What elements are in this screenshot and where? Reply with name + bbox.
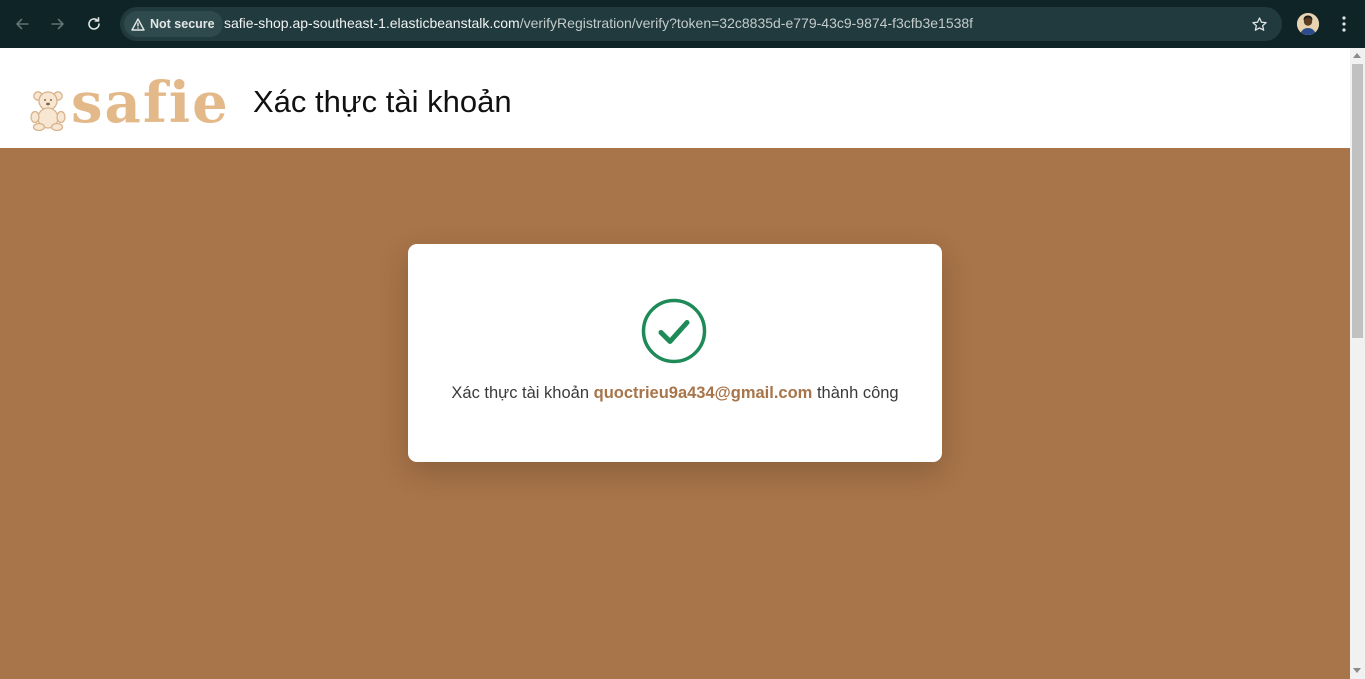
message-prefix: Xác thực tài khoản	[451, 384, 590, 402]
star-icon	[1251, 16, 1267, 31]
address-bar[interactable]: Not secure safie-shop.ap-southeast-1.ela…	[120, 7, 1282, 41]
teddy-bear-icon	[30, 91, 66, 131]
safie-logo[interactable]: safie	[26, 73, 228, 133]
bookmark-button[interactable]	[1247, 12, 1271, 36]
page-viewport: safie Xác thực tài khoản Xác thực tài kh…	[0, 48, 1350, 679]
page-title: Xác thực tài khoản	[253, 84, 512, 119]
back-button[interactable]	[10, 12, 34, 36]
browser-menu-button[interactable]	[1334, 12, 1354, 36]
avatar[interactable]	[1297, 13, 1319, 35]
verification-card: Xác thực tài khoản quoctrieu9a434@gmail.…	[408, 244, 942, 462]
scroll-down-arrow-icon[interactable]	[1353, 668, 1361, 673]
scroll-up-arrow-icon[interactable]	[1353, 53, 1361, 58]
profile-avatar-icon	[1297, 13, 1319, 35]
arrow-left-icon	[16, 18, 29, 30]
forward-button[interactable]	[46, 12, 70, 36]
arrow-right-icon	[51, 18, 64, 30]
verification-message: Xác thực tài khoản quoctrieu9a434@gmail.…	[408, 384, 942, 403]
browser-toolbar: Not secure safie-shop.ap-southeast-1.ela…	[0, 0, 1365, 48]
kebab-menu-icon	[1342, 16, 1346, 32]
check-circle-icon	[641, 298, 707, 364]
page-scrollbar[interactable]	[1350, 48, 1365, 679]
reload-button[interactable]	[82, 12, 106, 36]
reload-icon	[88, 17, 100, 30]
security-label: Not secure	[150, 17, 215, 31]
message-suffix: thành công	[816, 384, 899, 402]
security-indicator[interactable]: Not secure	[124, 11, 223, 37]
verified-email: quoctrieu9a434@gmail.com	[593, 384, 813, 402]
url-text[interactable]: safie-shop.ap-southeast-1.elasticbeansta…	[224, 15, 973, 31]
logo-text: safie	[71, 70, 230, 136]
site-header: safie Xác thực tài khoản	[0, 48, 1350, 148]
warning-triangle-icon	[131, 17, 145, 31]
scroll-thumb[interactable]	[1352, 64, 1363, 338]
url-host: safie-shop.ap-southeast-1.elasticbeansta…	[224, 15, 520, 31]
url-path: /verifyRegistration/verify?token=32c8835…	[519, 15, 974, 31]
